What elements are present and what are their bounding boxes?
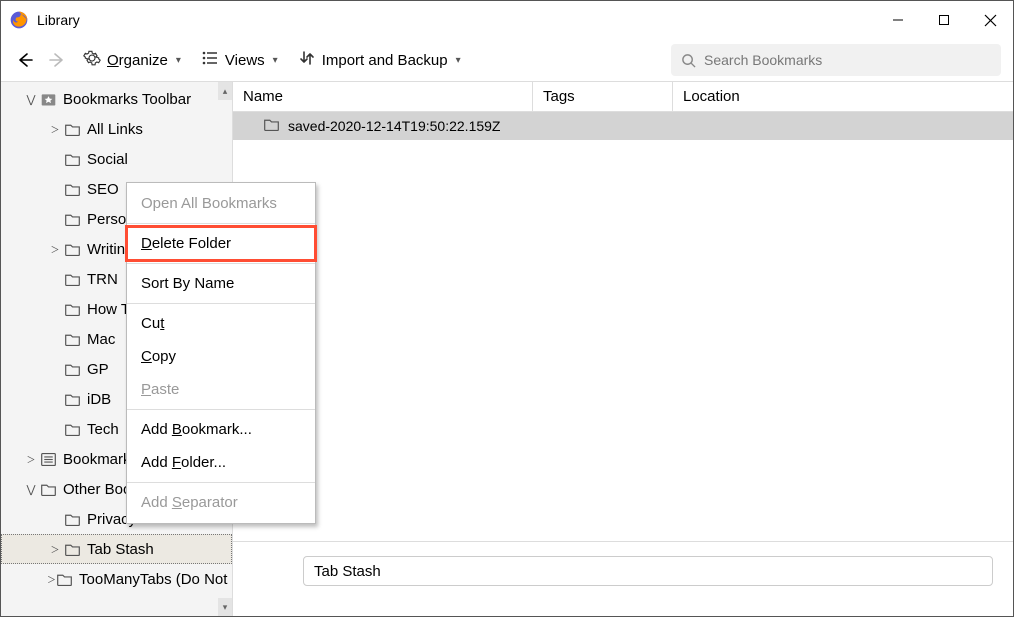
expander-icon[interactable]: ＞ (47, 243, 63, 256)
gear-icon (83, 49, 101, 71)
column-header-tags[interactable]: Tags (533, 82, 673, 111)
menu-separator (127, 303, 315, 304)
folder-icon (63, 390, 81, 408)
menu-folder-icon (39, 450, 57, 468)
folder-icon (63, 270, 81, 288)
context-menu: Open All Bookmarks Delete Folder Sort By N… (126, 182, 316, 524)
details-panel (233, 541, 1013, 616)
menu-item[interactable]: Add Bookmark... (127, 413, 315, 446)
sidebar-item-label: iDB (87, 391, 111, 408)
sidebar-item-label: SEO (87, 181, 119, 198)
menu-item: Paste (127, 373, 315, 406)
chevron-down-icon: ▾ (176, 55, 181, 66)
expander-icon[interactable]: ⋁ (23, 483, 39, 496)
search-input[interactable]: Search Bookmarks (671, 44, 1001, 76)
folder-icon (63, 540, 81, 558)
sidebar-item[interactable]: ＞ Tab Stash (1, 534, 232, 564)
details-name-input[interactable] (303, 556, 993, 586)
menu-separator (127, 409, 315, 410)
folder-icon (263, 116, 280, 136)
sidebar-item-label: Mac (87, 331, 115, 348)
scroll-down-button[interactable]: ▾ (218, 598, 232, 616)
menu-item[interactable]: Add Folder... (127, 446, 315, 479)
sidebar-item-label: GP (87, 361, 109, 378)
star-folder-icon (39, 90, 57, 108)
folder-icon (63, 180, 81, 198)
folder-icon (63, 360, 81, 378)
expander-icon[interactable]: ⋁ (23, 93, 39, 106)
sidebar-item-label: Tech (87, 421, 119, 438)
chevron-down-icon: ▾ (273, 55, 278, 66)
column-header-location[interactable]: Location (673, 82, 1013, 111)
import-backup-label: Import and Backup (322, 52, 448, 69)
menu-item[interactable]: Cut (127, 307, 315, 340)
sidebar-item[interactable]: ＞ All Links (1, 114, 232, 144)
folder-icon (63, 510, 81, 528)
folder-icon (56, 570, 73, 588)
menu-item: Open All Bookmarks (127, 187, 315, 220)
sidebar-item-label: TRN (87, 271, 118, 288)
import-backup-button[interactable]: Import and Backup ▾ (292, 45, 467, 75)
expander-icon[interactable]: ＞ (47, 573, 56, 586)
menu-item: Add Separator (127, 486, 315, 519)
views-label: Views (225, 52, 265, 69)
menu-separator (127, 263, 315, 264)
folder-icon (63, 330, 81, 348)
folder-icon (63, 120, 81, 138)
folder-icon (63, 150, 81, 168)
maximize-button[interactable] (921, 1, 967, 39)
forward-button[interactable] (45, 48, 69, 72)
toolbar: Organize ▾ Views ▾ Import and Backup ▾ S… (1, 39, 1013, 81)
menu-item[interactable]: Sort By Name (127, 267, 315, 300)
views-button[interactable]: Views ▾ (195, 45, 284, 75)
menu-separator (127, 482, 315, 483)
sidebar-item-label: All Links (87, 121, 143, 138)
window-title: Library (37, 12, 80, 28)
folder-icon (63, 300, 81, 318)
menu-item[interactable]: Delete Folder (127, 227, 315, 260)
sidebar-item[interactable]: ⋁ Bookmarks Toolbar (1, 84, 232, 114)
list-item-label: saved-2020-12-14T19:50:22.159Z (288, 118, 500, 134)
scroll-up-button[interactable]: ▴ (218, 82, 232, 100)
sidebar-item-label: TooManyTabs (Do Not Delete!) (79, 571, 233, 588)
list-icon (201, 49, 219, 71)
menu-item[interactable]: Copy (127, 340, 315, 373)
column-header-name[interactable]: Name (233, 82, 533, 111)
chevron-down-icon: ▾ (456, 55, 461, 66)
folder-icon (63, 240, 81, 258)
minimize-button[interactable] (875, 1, 921, 39)
sidebar-item-label: Tab Stash (87, 541, 154, 558)
transfer-icon (298, 49, 316, 71)
expander-icon[interactable]: ＞ (47, 543, 63, 556)
sidebar-item-label: Bookmarks Toolbar (63, 91, 191, 108)
expander-icon[interactable]: ＞ (47, 123, 63, 136)
sidebar-item[interactable]: ＞ TooManyTabs (Do Not Delete!) (1, 564, 232, 594)
menu-separator (127, 223, 315, 224)
sidebar-item-label: Social (87, 151, 128, 168)
folder-icon (39, 480, 57, 498)
folder-icon (63, 420, 81, 438)
titlebar: Library (1, 1, 1013, 39)
organize-button[interactable]: Organize ▾ (77, 45, 187, 75)
folder-icon (63, 210, 81, 228)
window-controls (875, 1, 1013, 39)
firefox-icon (9, 10, 29, 30)
search-placeholder: Search Bookmarks (704, 52, 822, 68)
column-headers: Name Tags Location (233, 82, 1013, 112)
back-button[interactable] (13, 48, 37, 72)
search-icon (681, 53, 696, 68)
close-button[interactable] (967, 1, 1013, 39)
content-pane: Name Tags Location saved-2020-12-14T19:5… (233, 82, 1013, 616)
organize-label: Organize (107, 52, 168, 69)
expander-icon[interactable]: ＞ (23, 453, 39, 466)
sidebar-item[interactable]: Social (1, 144, 232, 174)
file-list: saved-2020-12-14T19:50:22.159Z (233, 112, 1013, 140)
list-item[interactable]: saved-2020-12-14T19:50:22.159Z (233, 112, 1013, 140)
